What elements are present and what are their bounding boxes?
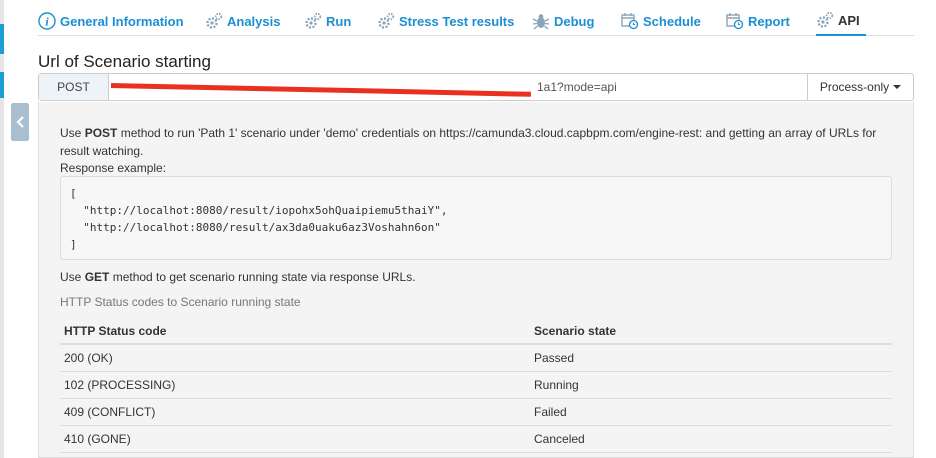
gears-icon <box>206 12 223 29</box>
caret-down-icon <box>893 85 902 89</box>
tab-label: API <box>838 12 860 28</box>
bug-icon <box>532 14 550 30</box>
status-codes-caption: HTTP Status codes to Scenario running st… <box>60 295 301 309</box>
method-label: POST <box>39 74 109 100</box>
gears-icon <box>817 11 834 28</box>
url-row: POST 1a1?mode=api Process-only <box>38 73 914 101</box>
calendar-clock-icon <box>726 13 744 30</box>
tab-label: Analysis <box>227 13 281 29</box>
status-code-cell: 410 (GONE) <box>60 425 530 453</box>
get-description: Use GET method to get scenario running s… <box>60 270 416 284</box>
tab-report[interactable]: Report <box>726 6 790 36</box>
info-icon: i <box>38 12 56 30</box>
tab-general-information[interactable]: i General Information <box>38 6 184 36</box>
column-header: Scenario state <box>530 318 892 345</box>
tab-api[interactable]: API <box>816 6 866 36</box>
redaction-mark <box>110 83 531 97</box>
calendar-clock-icon <box>621 13 639 30</box>
tab-label: Stress Test results <box>399 13 515 29</box>
gears-icon <box>378 12 395 29</box>
method-keyword: GET <box>84 270 110 284</box>
page-title: Url of Scenario starting <box>38 52 211 71</box>
table-header-row: HTTP Status code Scenario state <box>60 318 892 345</box>
chevron-left-icon <box>15 116 24 128</box>
tab-label: General Information <box>60 13 184 29</box>
tab-stress-test-results[interactable]: Stress Test results <box>377 6 514 36</box>
table-row: 409 (CONFLICT) Failed <box>60 398 892 426</box>
post-description: Use POST method to run 'Path 1' scenario… <box>60 126 877 158</box>
mode-dropdown-label: Process-only <box>819 80 890 94</box>
scenario-state-cell: Failed <box>530 398 892 426</box>
method-keyword: POST <box>84 126 118 140</box>
scenario-state-cell: Passed <box>530 344 892 372</box>
response-example-label: Response example: <box>60 161 167 175</box>
tab-label: Debug <box>554 13 595 29</box>
tab-debug[interactable]: Debug <box>532 6 594 36</box>
tab-label: Run <box>326 13 352 29</box>
status-code-cell: 200 (OK) <box>60 344 530 372</box>
status-table: HTTP Status code Scenario state 200 (OK)… <box>60 318 892 453</box>
tab-run[interactable]: Run <box>304 6 351 36</box>
table-row: 410 (GONE) Canceled <box>60 425 892 453</box>
table-row: 200 (OK) Passed <box>60 344 892 372</box>
gears-icon <box>305 12 322 29</box>
status-code-cell: 102 (PROCESSING) <box>60 371 530 399</box>
api-info-panel: Use POST method to run 'Path 1' scenario… <box>38 102 914 458</box>
scenario-state-cell: Running <box>530 371 892 399</box>
url-field[interactable]: 1a1?mode=api <box>109 74 807 100</box>
url-visible-text: 1a1?mode=api <box>537 80 617 94</box>
left-nav-marker[interactable] <box>0 24 4 54</box>
tab-label: Report <box>748 13 790 29</box>
tab-label: Schedule <box>643 13 701 29</box>
mode-dropdown[interactable]: Process-only <box>807 74 913 100</box>
left-nav-marker[interactable] <box>0 72 4 98</box>
status-code-cell: 409 (CONFLICT) <box>60 398 530 426</box>
column-header: HTTP Status code <box>60 318 530 345</box>
tab-schedule[interactable]: Schedule <box>621 6 701 36</box>
left-strip <box>0 0 4 458</box>
tab-bar: i General Information Analysis Run Stres… <box>38 0 914 36</box>
tab-analysis[interactable]: Analysis <box>205 6 280 36</box>
scenario-state-cell: Canceled <box>530 425 892 453</box>
collapse-sidebar-button[interactable] <box>11 103 29 141</box>
table-row: 102 (PROCESSING) Running <box>60 371 892 399</box>
response-example-code: [ "http://localhot:8080/result/iopohx5oh… <box>60 176 892 260</box>
